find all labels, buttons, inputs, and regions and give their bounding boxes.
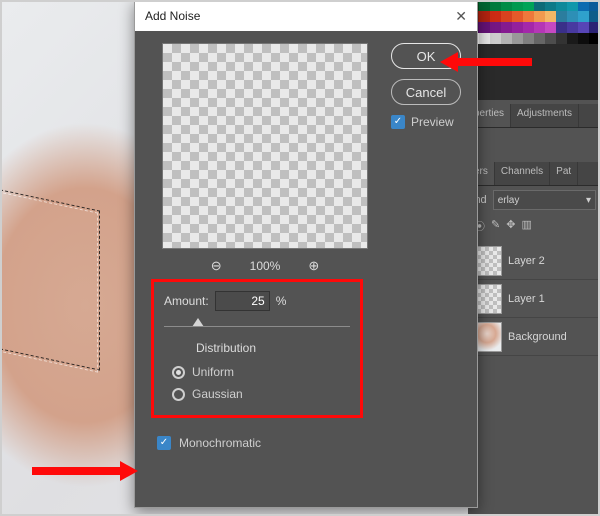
- swatch[interactable]: [479, 22, 490, 33]
- swatch[interactable]: [589, 33, 600, 44]
- cancel-button[interactable]: Cancel: [391, 79, 461, 105]
- tab-paths[interactable]: Pat: [550, 162, 578, 185]
- move-icon[interactable]: ✥: [506, 218, 515, 234]
- dialog-title: Add Noise: [145, 9, 200, 23]
- swatch[interactable]: [578, 33, 589, 44]
- preview-checkbox[interactable]: [391, 115, 405, 129]
- layer-item[interactable]: Background: [468, 318, 600, 356]
- swatch[interactable]: [556, 11, 567, 22]
- gaussian-radio[interactable]: [172, 388, 185, 401]
- swatch[interactable]: [512, 33, 523, 44]
- zoom-out-icon[interactable]: ⊖: [211, 258, 222, 274]
- preview-label: Preview: [411, 115, 454, 129]
- swatch[interactable]: [512, 0, 523, 11]
- swatch[interactable]: [501, 0, 512, 11]
- swatch[interactable]: [523, 22, 534, 33]
- swatch[interactable]: [567, 0, 578, 11]
- monochromatic-checkbox[interactable]: [157, 436, 171, 450]
- swatch[interactable]: [523, 11, 534, 22]
- swatch[interactable]: [501, 11, 512, 22]
- layer-list: Layer 2 Layer 1 Background: [468, 238, 600, 360]
- chevron-down-icon: ▾: [586, 195, 591, 206]
- swatch[interactable]: [545, 33, 556, 44]
- swatch[interactable]: [534, 11, 545, 22]
- swatch[interactable]: [501, 22, 512, 33]
- layers-tab-bar: ers Channels Pat: [468, 162, 600, 186]
- amount-unit: %: [276, 294, 287, 308]
- brush-icon[interactable]: ✎: [491, 218, 500, 234]
- swatch[interactable]: [479, 33, 490, 44]
- swatch[interactable]: [556, 33, 567, 44]
- swatch[interactable]: [556, 22, 567, 33]
- layer-name: Background: [508, 331, 567, 343]
- properties-tab-bar: perties Adjustments: [468, 104, 600, 128]
- swatch[interactable]: [512, 11, 523, 22]
- swatch[interactable]: [479, 0, 490, 11]
- swatch[interactable]: [589, 0, 600, 11]
- tab-channels[interactable]: Channels: [495, 162, 550, 185]
- tab-adjustments[interactable]: Adjustments: [511, 104, 579, 127]
- dialog-titlebar[interactable]: Add Noise ✕: [135, 1, 477, 31]
- uniform-radio[interactable]: [172, 366, 185, 379]
- swatch[interactable]: [589, 22, 600, 33]
- swatch[interactable]: [534, 22, 545, 33]
- layer-name: Layer 2: [508, 255, 545, 267]
- swatch[interactable]: [534, 33, 545, 44]
- swatch[interactable]: [523, 0, 534, 11]
- blend-mode-dropdown[interactable]: erlay ▾: [493, 190, 596, 210]
- swatch[interactable]: [545, 11, 556, 22]
- swatch[interactable]: [545, 22, 556, 33]
- layer-name: Layer 1: [508, 293, 545, 305]
- close-icon[interactable]: ✕: [455, 8, 467, 25]
- swatch[interactable]: [512, 22, 523, 33]
- amount-slider-track[interactable]: [164, 326, 350, 327]
- amount-input[interactable]: [215, 291, 270, 311]
- ok-button[interactable]: OK: [391, 43, 461, 69]
- uniform-label: Uniform: [192, 365, 234, 379]
- layer-item[interactable]: Layer 2: [468, 242, 600, 280]
- swatch[interactable]: [578, 22, 589, 33]
- swatch[interactable]: [490, 33, 501, 44]
- zoom-percent: 100%: [250, 259, 281, 273]
- swatch[interactable]: [523, 33, 534, 44]
- swatch[interactable]: [479, 11, 490, 22]
- swatches-panel[interactable]: [468, 0, 600, 100]
- highlight-box: Amount: % Distribution Uniform Gaussian: [151, 279, 363, 418]
- swatch[interactable]: [567, 22, 578, 33]
- blend-mode-value: erlay: [498, 195, 520, 206]
- swatch[interactable]: [490, 22, 501, 33]
- swatch[interactable]: [589, 11, 600, 22]
- monochromatic-label: Monochromatic: [179, 436, 261, 450]
- add-noise-dialog: Add Noise ✕ ↖ ⊖ 100% ⊕ Amount: % Distrib…: [134, 0, 478, 508]
- swatch[interactable]: [556, 0, 567, 11]
- swatch[interactable]: [578, 0, 589, 11]
- swatch[interactable]: [534, 0, 545, 11]
- layer-lock-row: ⦿ ✎ ✥ ▥: [468, 214, 600, 238]
- swatch[interactable]: [490, 0, 501, 11]
- amount-label: Amount:: [164, 294, 209, 308]
- selection-marquee: [0, 191, 98, 372]
- swatch[interactable]: [545, 0, 556, 11]
- layer-item[interactable]: Layer 1: [468, 280, 600, 318]
- swatch[interactable]: [567, 33, 578, 44]
- swatch[interactable]: [567, 11, 578, 22]
- swatch[interactable]: [501, 33, 512, 44]
- swatch[interactable]: [490, 11, 501, 22]
- fill-icon[interactable]: ▥: [521, 218, 531, 234]
- zoom-in-icon[interactable]: ⊕: [308, 258, 319, 274]
- noise-preview[interactable]: [162, 43, 368, 249]
- distribution-label: Distribution: [164, 341, 350, 355]
- swatch[interactable]: [578, 11, 589, 22]
- gaussian-label: Gaussian: [192, 387, 243, 401]
